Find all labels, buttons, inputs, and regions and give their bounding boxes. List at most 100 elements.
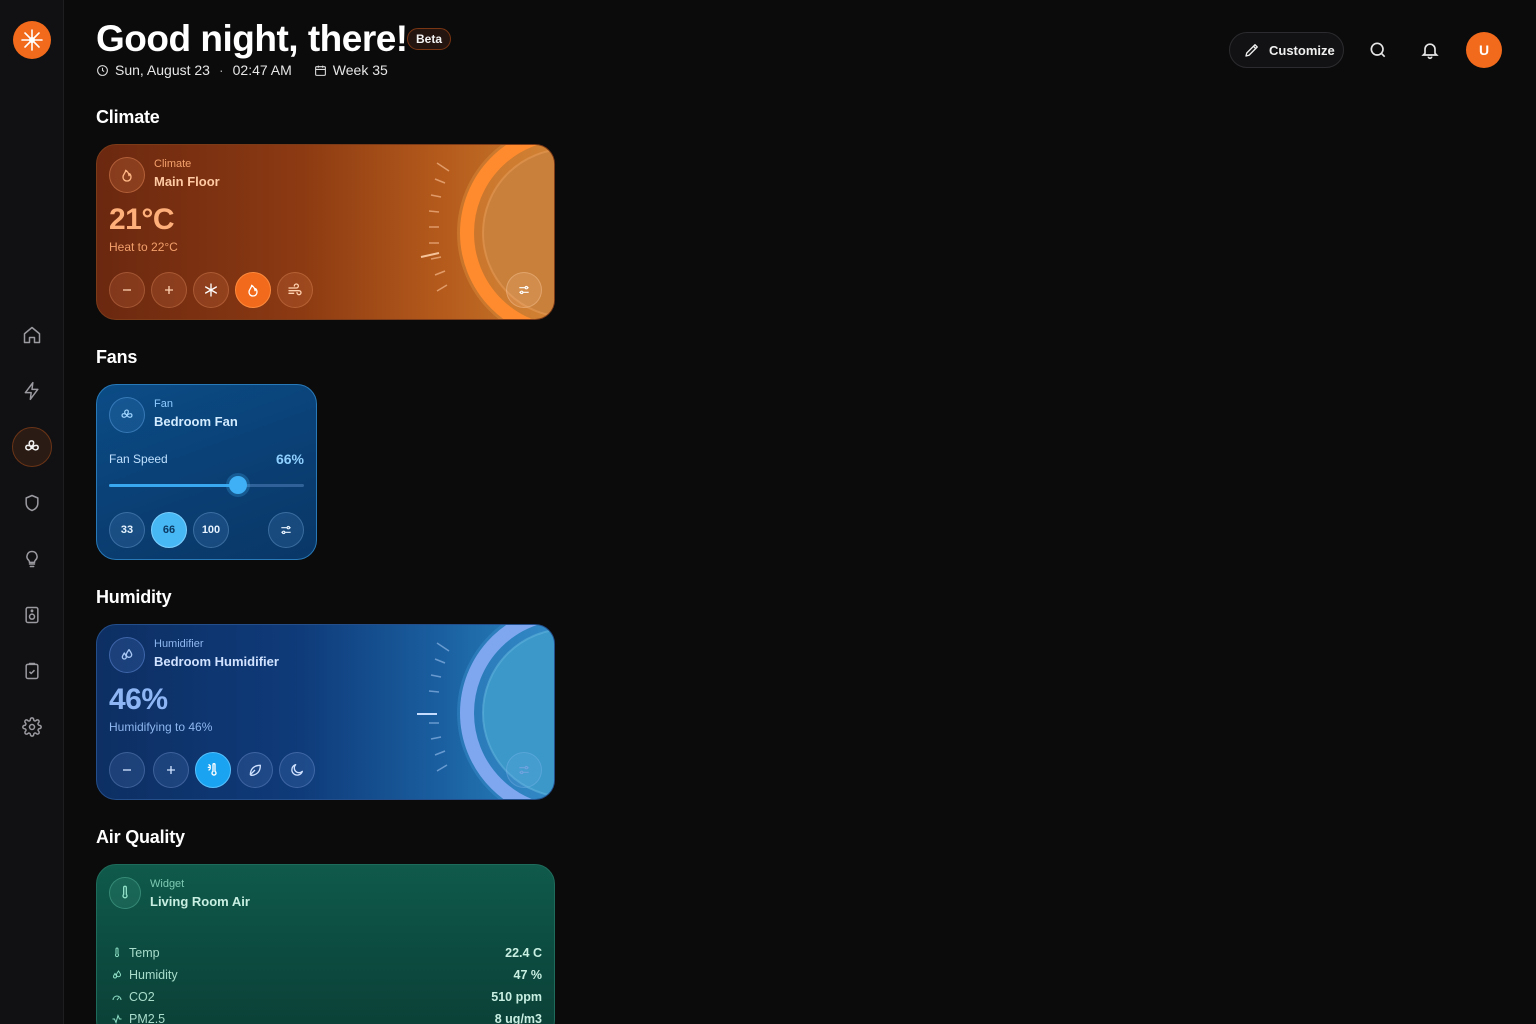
speaker-icon <box>25 606 39 624</box>
thermometer-icon <box>115 947 119 958</box>
decrease-humidity-button[interactable] <box>109 752 145 788</box>
section-title-climate: Climate <box>96 107 160 127</box>
clipboard-check-icon <box>25 662 39 680</box>
minus-icon <box>123 769 131 771</box>
leaf-icon <box>249 764 261 776</box>
fan-preset-66-button[interactable]: 66 <box>151 512 187 548</box>
humidifier-card: Humidifier Bedroom Humidifier 46% Humidi… <box>96 624 555 800</box>
air-row-label: Humidity <box>129 968 178 982</box>
flame-icon <box>122 169 132 182</box>
time-text: 02:47 AM <box>232 62 292 78</box>
humidifier-settings-button[interactable] <box>506 752 542 788</box>
sidebar-item-energy[interactable] <box>12 371 52 411</box>
climate-mode-indicator <box>109 157 145 193</box>
climate-settings-button[interactable] <box>506 272 542 308</box>
section-title-fans: Fans <box>96 347 138 367</box>
sliders-icon <box>519 285 529 295</box>
sidebar-item-home[interactable] <box>12 315 52 355</box>
air-row-co2: CO2 510 ppm <box>111 988 542 1006</box>
fan-kicker: Fan <box>154 398 173 410</box>
air-row-humidity: Humidity 47 % <box>111 966 542 984</box>
lightbulb-icon <box>26 550 38 568</box>
fan-device-name: Bedroom Fan <box>154 414 238 429</box>
shield-icon <box>25 494 39 512</box>
auto-mode-button[interactable] <box>195 752 231 788</box>
sliders-icon <box>519 765 529 775</box>
fan-speed-fill <box>109 484 238 487</box>
sidebar-item-security[interactable] <box>12 483 52 523</box>
humidifier-kicker: Humidifier <box>154 638 204 650</box>
humidifier-indicator <box>109 637 145 673</box>
thermometer-icon <box>122 885 128 899</box>
page-title: Good night, there! <box>96 18 408 59</box>
droplets-icon <box>121 649 133 660</box>
section-title-air-quality: Air Quality <box>96 827 185 847</box>
fan-mode-button[interactable] <box>277 272 313 308</box>
heat-mode-button[interactable] <box>235 272 271 308</box>
moon-icon <box>291 764 303 776</box>
air-widget-indicator <box>109 877 141 909</box>
sidebar-item-lights[interactable] <box>12 539 52 579</box>
air-row-label: Temp <box>129 946 160 960</box>
fan-speed-label: Fan Speed <box>109 452 168 466</box>
sidebar-item-media[interactable] <box>12 595 52 635</box>
air-kicker: Widget <box>150 878 185 890</box>
climate-kicker: Climate <box>154 158 192 170</box>
fan-indicator <box>109 397 145 433</box>
fan-preset-33-button[interactable]: 33 <box>109 512 145 548</box>
wind-icon <box>288 283 302 296</box>
plus-icon <box>165 286 173 294</box>
air-device-name: Living Room Air <box>150 894 250 909</box>
activity-icon <box>112 1014 122 1024</box>
fan-settings-button[interactable] <box>268 512 304 548</box>
notifications-button[interactable] <box>1416 36 1444 64</box>
fan-icon <box>121 409 133 418</box>
fan-speed-thumb[interactable] <box>228 476 247 494</box>
air-row-temp: Temp 22.4 C <box>111 944 542 962</box>
user-avatar[interactable]: U <box>1466 32 1502 68</box>
customize-label: Customize <box>1269 42 1335 58</box>
fan-card: Fan Bedroom Fan Fan Speed 66% 33 66 100 <box>96 384 317 560</box>
fan-icon <box>25 440 39 451</box>
climate-device-name: Main Floor <box>154 174 220 189</box>
snowflake-icon <box>205 283 217 297</box>
air-row-label: CO2 <box>129 990 155 1004</box>
air-row-value: 510 ppm <box>491 990 542 1004</box>
sleep-mode-button[interactable] <box>279 752 315 788</box>
air-row-pm25: PM2.5 8 ug/m3 <box>111 1010 542 1024</box>
droplets-icon <box>112 970 122 979</box>
increase-humidity-button[interactable] <box>153 752 189 788</box>
fan-speed-slider[interactable] <box>109 484 304 487</box>
week-text: Week 35 <box>332 62 388 78</box>
lightning-icon <box>24 381 39 401</box>
gauge-icon <box>112 995 122 1001</box>
bell-icon <box>1421 43 1439 60</box>
eco-mode-button[interactable] <box>237 752 273 788</box>
beta-badge: Beta <box>407 28 452 50</box>
gear-icon <box>22 717 42 737</box>
date-text: Sun, August 23 <box>115 62 210 78</box>
sidebar-item-tasks[interactable] <box>12 651 52 691</box>
customize-button[interactable]: Customize <box>1229 32 1344 68</box>
decrease-temperature-button[interactable] <box>109 272 145 308</box>
plus-icon <box>167 766 175 774</box>
air-row-value: 8 ug/m3 <box>494 1012 542 1024</box>
cool-mode-button[interactable] <box>193 272 229 308</box>
climate-card: Climate Main Floor 21°C Heat to 22°C <box>96 144 555 320</box>
sidebar-item-climate[interactable] <box>12 427 52 467</box>
search-icon <box>1370 42 1386 58</box>
clock-icon <box>97 64 108 76</box>
current-humidity: 46% <box>109 683 168 716</box>
increase-temperature-button[interactable] <box>151 272 187 308</box>
humidifier-device-name: Bedroom Humidifier <box>154 654 279 669</box>
search-button[interactable] <box>1364 36 1392 64</box>
air-row-value: 47 % <box>513 968 543 982</box>
flame-icon <box>248 284 258 297</box>
calendar-icon <box>314 65 326 76</box>
app-logo[interactable] <box>13 21 51 59</box>
target-temperature: Heat to 22°C <box>109 240 178 254</box>
air-row-label: PM2.5 <box>129 1012 166 1024</box>
fan-preset-100-button[interactable]: 100 <box>193 512 229 548</box>
date-time-row: Sun, August 23 · 02:47 AM Week 35 <box>96 61 388 79</box>
sidebar-item-settings[interactable] <box>12 707 52 747</box>
